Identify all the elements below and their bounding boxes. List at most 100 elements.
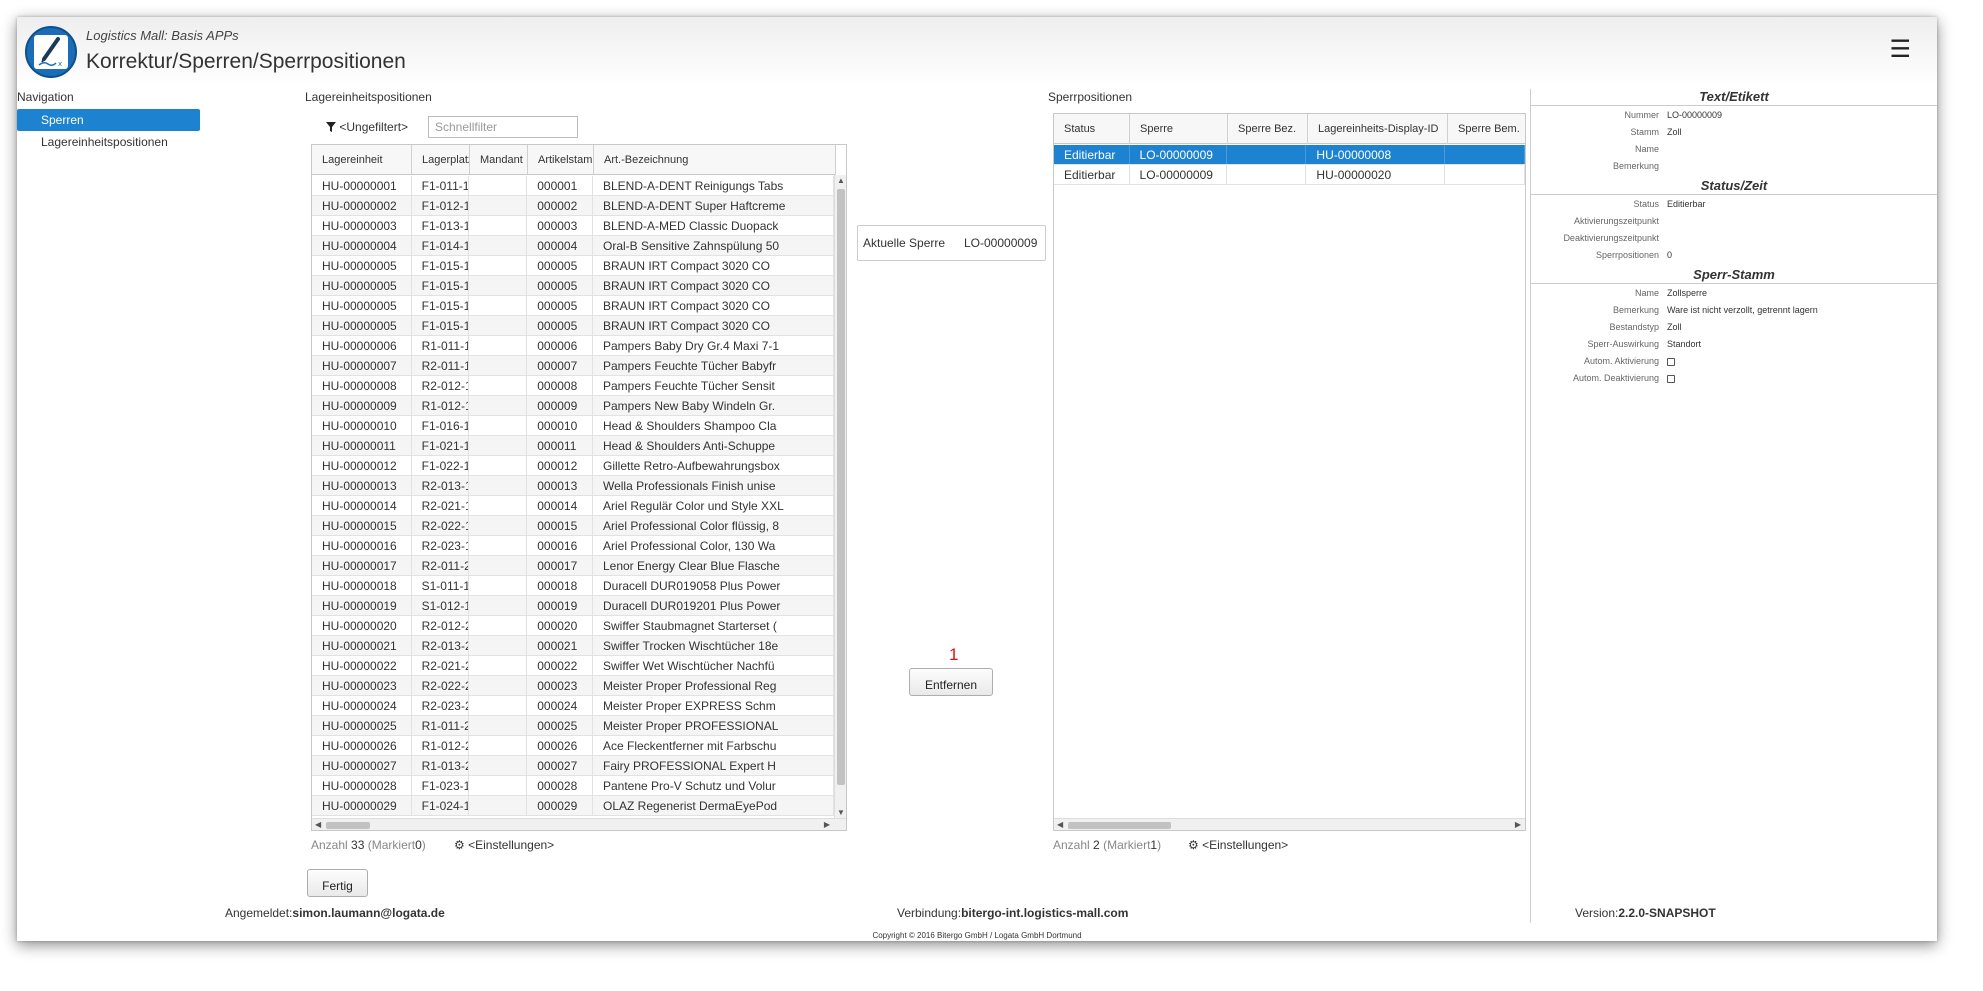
scroll-up-icon[interactable]: ▲ xyxy=(837,176,845,185)
table-row[interactable]: HU-00000016 R2-023-1 000016 Ariel Professio… xyxy=(312,536,834,556)
details-field-value: Standort xyxy=(1667,339,1702,349)
table-cell: HU-00000017 xyxy=(312,556,412,575)
scroll-right-icon[interactable]: ▶ xyxy=(1515,820,1521,829)
table-row[interactable]: HU-00000005 F1-015-1 000005 BRAUN IRT Compa… xyxy=(312,256,834,276)
details-checkbox[interactable] xyxy=(1667,356,1675,366)
table-row[interactable]: HU-00000027 R1-013-2 000027 Fairy PROFESSIO… xyxy=(312,756,834,776)
table-row[interactable]: HU-00000026 R1-012-2 000026 Ace Fleckentfer… xyxy=(312,736,834,756)
left-horizontal-scroll-thumb[interactable] xyxy=(326,822,370,829)
table-cell xyxy=(469,316,528,335)
table-row[interactable]: HU-00000028 F1-023-1 000028 Pantene Pro-V S… xyxy=(312,776,834,796)
table-row[interactable]: HU-00000012 F1-022-1 000012 Gillette Retro-… xyxy=(312,456,834,476)
table-row[interactable]: HU-00000002 F1-012-1 000002 BLEND-A-DENT Su… xyxy=(312,196,834,216)
table-cell: 000024 xyxy=(527,696,593,715)
table-row[interactable]: HU-00000005 F1-015-1 000005 BRAUN IRT Compa… xyxy=(312,276,834,296)
details-section-title: Sperr-Stamm xyxy=(1531,267,1937,284)
table-cell: HU-00000005 xyxy=(312,296,412,315)
table-row[interactable]: HU-00000014 R2-021-1 000014 Ariel Regulär C… xyxy=(312,496,834,516)
table-row[interactable]: HU-00000025 R1-011-2 000025 Meister Proper … xyxy=(312,716,834,736)
table-row[interactable]: HU-00000001 F1-011-1 000001 BLEND-A-DENT Re… xyxy=(312,176,834,196)
table-row[interactable]: HU-00000005 F1-015-1 000005 BRAUN IRT Compa… xyxy=(312,296,834,316)
table-row[interactable]: Editierbar LO-00000009 HU-00000020 xyxy=(1054,165,1525,185)
table-row[interactable]: HU-00000013 R2-013-1 000013 Wella Professio… xyxy=(312,476,834,496)
table-cell: HU-00000009 xyxy=(312,396,412,415)
table-cell xyxy=(469,396,528,415)
table-cell: R1-013-2 xyxy=(412,756,470,775)
table-row[interactable]: HU-00000011 F1-021-1 000011 Head & Shoulder… xyxy=(312,436,834,456)
table-cell xyxy=(469,696,528,715)
table-row[interactable]: HU-00000022 R2-021-2 000022 Swiffer Wet Wis… xyxy=(312,656,834,676)
left-horizontal-scrollbar[interactable]: ◀ ▶ xyxy=(312,818,846,830)
left-vertical-scrollbar[interactable]: ▲ ▼ xyxy=(834,175,846,818)
table-cell: HU-00000011 xyxy=(312,436,412,455)
scroll-down-icon[interactable]: ▼ xyxy=(837,808,845,817)
table-row[interactable]: HU-00000015 R2-022-1 000015 Ariel Professio… xyxy=(312,516,834,536)
table-row[interactable]: HU-00000024 R2-023-2 000024 Meister Proper … xyxy=(312,696,834,716)
details-checkbox[interactable] xyxy=(1667,373,1675,383)
table-cell: 000011 xyxy=(527,436,593,455)
table-row[interactable]: HU-00000007 R2-011-1 000007 Pampers Feuchte… xyxy=(312,356,834,376)
right-settings-link[interactable]: ⚙ <Einstellungen> xyxy=(1188,838,1288,852)
table-row[interactable]: Editierbar LO-00000009 HU-00000008 xyxy=(1054,145,1525,165)
table-cell: HU-00000022 xyxy=(312,656,412,675)
table-cell: R1-011-2 xyxy=(412,716,470,735)
column-header[interactable]: Art.-Bezeichnung xyxy=(594,145,836,175)
column-header[interactable]: Sperre Bem. xyxy=(1448,114,1525,144)
column-header[interactable]: Status xyxy=(1054,114,1130,144)
table-cell: HU-00000028 xyxy=(312,776,412,795)
table-row[interactable]: HU-00000004 F1-014-1 000004 Oral-B Sensitiv… xyxy=(312,236,834,256)
table-cell xyxy=(469,376,528,395)
table-cell: Editierbar xyxy=(1054,165,1130,184)
column-header[interactable]: Mandant xyxy=(470,145,528,175)
table-row[interactable]: HU-00000010 F1-016-1 000010 Head & Shoulder… xyxy=(312,416,834,436)
checkbox-icon[interactable] xyxy=(1667,374,1675,383)
right-horizontal-scrollbar[interactable]: ◀ ▶ xyxy=(1054,818,1525,830)
table-row[interactable]: HU-00000009 R1-012-1 000009 Pampers New Bab… xyxy=(312,396,834,416)
quickfilter-input[interactable] xyxy=(428,116,578,138)
scroll-left-icon[interactable]: ◀ xyxy=(315,820,321,829)
table-row[interactable]: HU-00000006 R1-011-1 000006 Pampers Baby Dr… xyxy=(312,336,834,356)
filter-dropdown[interactable]: <Ungefiltert> xyxy=(326,120,408,134)
current-lock-label: Aktuelle Sperre xyxy=(863,236,946,250)
right-horizontal-scroll-thumb[interactable] xyxy=(1068,822,1171,829)
table-row[interactable]: HU-00000017 R2-011-2 000017 Lenor Energy Cl… xyxy=(312,556,834,576)
table-cell xyxy=(469,756,528,775)
copyright: Copyright © 2016 Bitergo GmbH / Logata G… xyxy=(872,931,1082,940)
table-cell xyxy=(469,256,528,275)
table-row[interactable]: HU-00000029 F1-024-1 000029 OLAZ Regenerist… xyxy=(312,796,834,816)
column-header[interactable]: Lagereinheits-Display-ID xyxy=(1308,114,1448,144)
column-header[interactable]: Sperre Bez. xyxy=(1228,114,1308,144)
hamburger-menu-icon[interactable]: ☰ xyxy=(1889,35,1911,64)
table-row[interactable]: HU-00000003 F1-013-1 000003 BLEND-A-MED Cla… xyxy=(312,216,834,236)
remove-button[interactable]: Entfernen xyxy=(909,668,993,696)
left-grid-body: HU-00000001 F1-011-1 000001 BLEND-A-DENT Re… xyxy=(312,176,834,816)
table-row[interactable]: HU-00000018 S1-011-1 000018 Duracell DUR019… xyxy=(312,576,834,596)
scroll-left-icon[interactable]: ◀ xyxy=(1057,820,1063,829)
table-cell xyxy=(469,276,528,295)
right-grid-title: Sperrpositionen xyxy=(1048,90,1133,104)
details-field: Name xyxy=(1531,142,1937,156)
checkbox-icon[interactable] xyxy=(1667,357,1675,366)
done-button[interactable]: Fertig xyxy=(307,869,368,897)
table-row[interactable]: HU-00000020 R2-012-2 000020 Swiffer Staubma… xyxy=(312,616,834,636)
annotation-number: 1 xyxy=(949,645,959,664)
column-header[interactable]: Artikelstamm xyxy=(528,145,594,175)
left-vertical-scroll-thumb[interactable] xyxy=(837,189,845,785)
scroll-right-icon[interactable]: ▶ xyxy=(824,820,830,829)
nav-item-sperren[interactable]: Sperren xyxy=(17,109,200,131)
table-cell: Pantene Pro-V Schutz und Volur xyxy=(593,776,834,795)
app-subtitle: Logistics Mall: Basis APPs xyxy=(86,28,239,43)
table-row[interactable]: HU-00000019 S1-012-1 000019 Duracell DUR019… xyxy=(312,596,834,616)
left-settings-link[interactable]: ⚙ <Einstellungen> xyxy=(454,838,554,852)
table-row[interactable]: HU-00000008 R2-012-1 000008 Pampers Feuchte… xyxy=(312,376,834,396)
column-header[interactable]: Lagereinheit xyxy=(312,145,412,175)
column-header[interactable]: Sperre xyxy=(1130,114,1228,144)
table-row[interactable]: HU-00000023 R2-022-2 000023 Meister Proper … xyxy=(312,676,834,696)
nav-item-lagereinheitspositionen[interactable]: Lagereinheitspositionen xyxy=(17,131,200,153)
table-row[interactable]: HU-00000005 F1-015-1 000005 BRAUN IRT Compa… xyxy=(312,316,834,336)
table-cell: HU-00000023 xyxy=(312,676,412,695)
table-cell: HU-00000019 xyxy=(312,596,412,615)
table-row[interactable]: HU-00000021 R2-013-2 000021 Swiffer Trocken… xyxy=(312,636,834,656)
table-cell: F1-015-1 xyxy=(412,316,470,335)
column-header[interactable]: Lagerplatz xyxy=(412,145,470,175)
